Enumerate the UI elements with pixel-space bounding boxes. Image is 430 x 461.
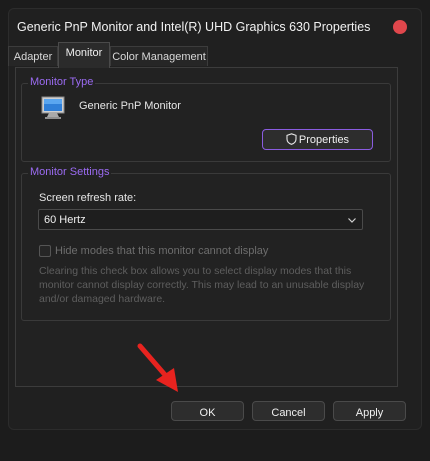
red-arrow-annotation bbox=[137, 343, 178, 392]
refresh-rate-value: 60 Hertz bbox=[44, 214, 86, 226]
close-icon[interactable] bbox=[393, 20, 407, 34]
properties-button[interactable]: Properties bbox=[262, 129, 373, 150]
hide-modes-checkbox[interactable] bbox=[39, 245, 51, 257]
shield-icon bbox=[286, 133, 297, 145]
refresh-rate-label: Screen refresh rate: bbox=[39, 192, 137, 204]
tab-adapter[interactable]: Adapter bbox=[8, 46, 58, 66]
tab-monitor[interactable]: Monitor bbox=[58, 42, 110, 68]
title-bar: Generic PnP Monitor and Intel(R) UHD Gra… bbox=[8, 8, 422, 46]
window-title: Generic PnP Monitor and Intel(R) UHD Gra… bbox=[17, 20, 371, 34]
chevron-down-icon bbox=[348, 218, 356, 223]
properties-button-label: Properties bbox=[298, 134, 350, 146]
monitor-icon bbox=[41, 96, 65, 119]
hide-modes-description: Clearing this check box allows you to se… bbox=[39, 265, 365, 305]
ok-button[interactable]: OK bbox=[171, 401, 244, 421]
hide-modes-label: Hide modes that this monitor cannot disp… bbox=[55, 245, 269, 257]
apply-button[interactable]: Apply bbox=[333, 401, 406, 421]
monitor-type-group: Monitor Type bbox=[21, 76, 391, 162]
refresh-rate-dropdown[interactable]: 60 Hertz bbox=[38, 209, 363, 230]
cancel-button[interactable]: Cancel bbox=[252, 401, 325, 421]
monitor-type-legend: Monitor Type bbox=[28, 76, 96, 88]
tab-color-management[interactable]: Color Management bbox=[110, 46, 208, 66]
monitor-settings-legend: Monitor Settings bbox=[28, 166, 112, 178]
monitor-name: Generic PnP Monitor bbox=[79, 100, 181, 112]
